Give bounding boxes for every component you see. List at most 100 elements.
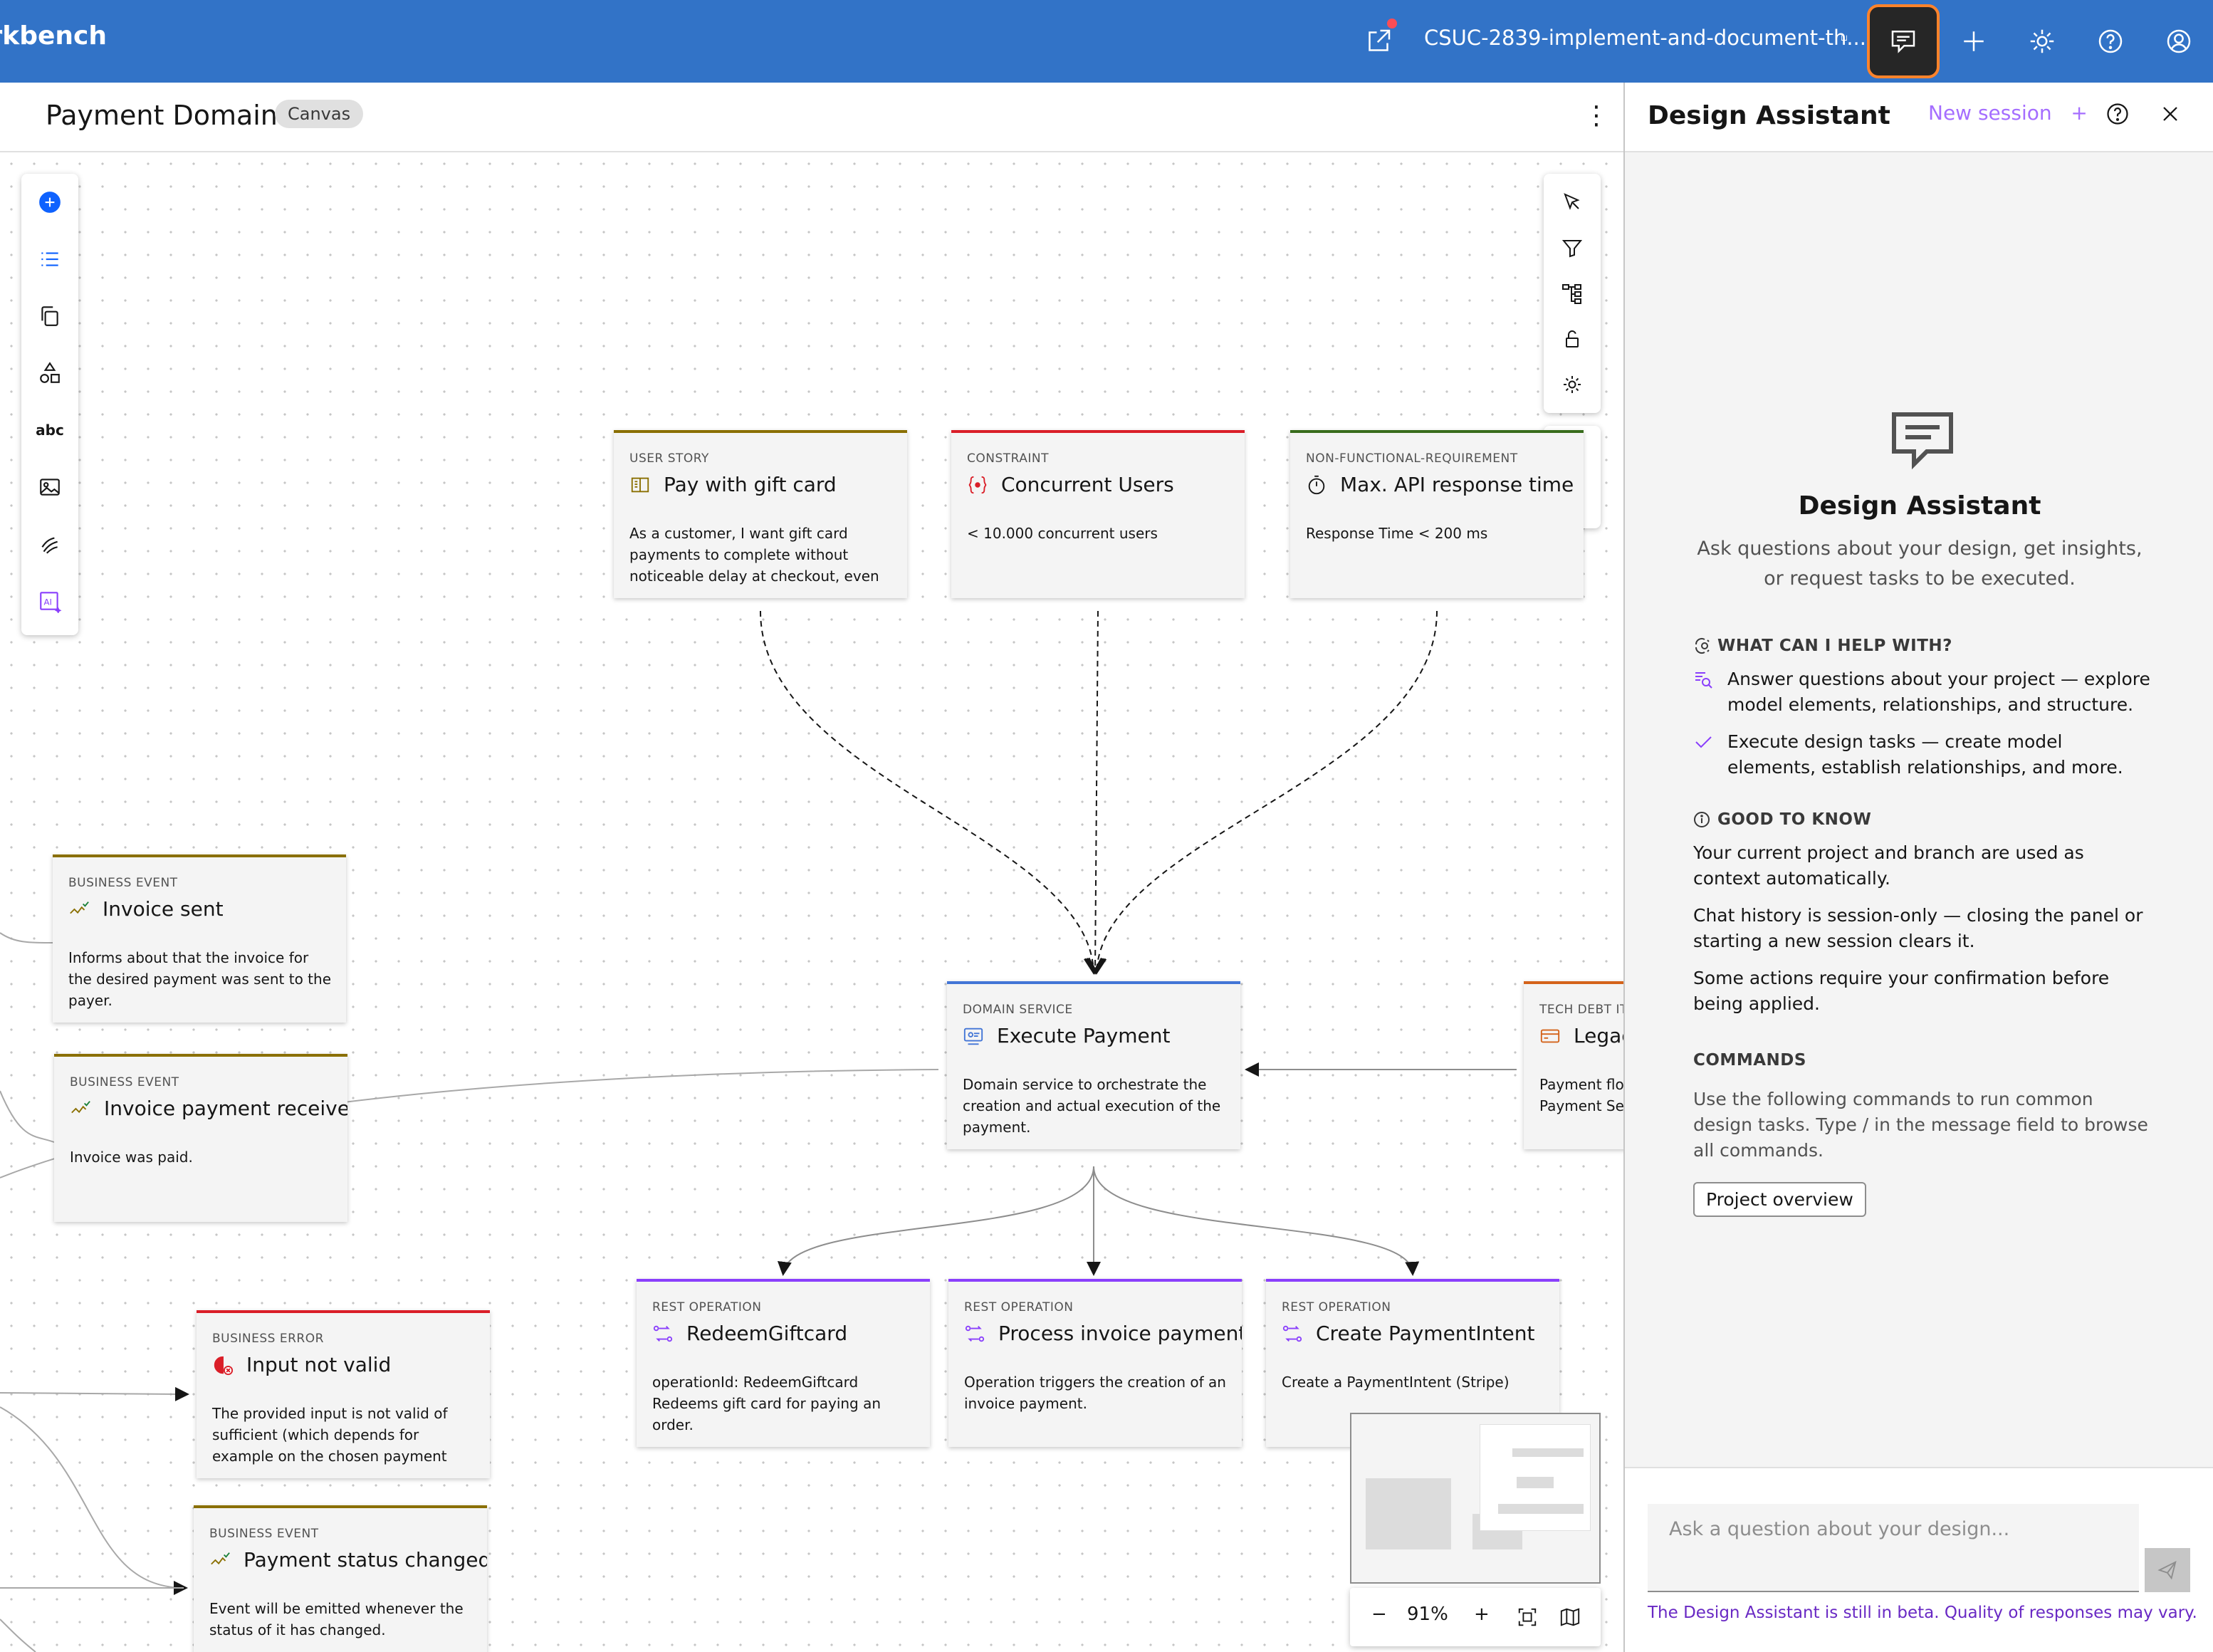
copy-icon[interactable] [33,299,67,333]
assistant-footer: The Design Assistant is still in beta. Q… [1625,1467,2213,1652]
open-external-icon[interactable] [1353,16,1404,67]
card-description: operationId: RedeemGiftcard Redeems gift… [652,1374,881,1433]
error-icon [212,1354,234,1376]
card-tech-debt-item[interactable]: TECH DEBT ITEM Legacy Payment flow logic… [1524,981,1623,1149]
card-title: Process invoice payment [998,1322,1242,1345]
design-assistant-toggle-button[interactable] [1867,4,1940,78]
event-icon [68,899,90,920]
good-to-know-heading: GOOD TO KNOW [1693,810,1871,829]
card-business-event-invoice-sent[interactable]: BUSINESS EVENT Invoice sent Informs abou… [53,854,346,1023]
zoom-out-button[interactable]: − [1371,1604,1387,1625]
card-title: Invoice sent [103,897,224,921]
more-options-icon[interactable]: ⋮ [1584,101,1609,130]
branch-name[interactable]: CSUC-2839-implement-and-document-th... [1424,26,1866,50]
shapes-icon[interactable] [33,356,67,390]
assistant-hero-title: Design Assistant [1798,491,2041,521]
help-section-heading: WHAT CAN I HELP WITH? [1693,637,1952,655]
connector-icon[interactable] [33,527,67,561]
canvas-header: Payment Domain Canvas ⋮ [0,83,1623,152]
app-brand[interactable]: orkbench [0,21,107,51]
filter-icon[interactable] [1557,232,1588,263]
card-constraint[interactable]: CONSTRAINT Concurrent Users < 10.000 con… [951,430,1245,598]
settings-icon[interactable] [1557,369,1588,400]
plus-icon [1964,31,1984,51]
card-title: Payment status changed [244,1548,487,1572]
send-button[interactable] [2145,1548,2190,1592]
edge-userstory-to-service [760,610,1103,975]
card-title: Max. API response time [1340,473,1574,496]
project-overview-command-button[interactable]: Project overview [1693,1182,1866,1217]
minimap-toggle-icon[interactable] [1559,1606,1581,1633]
text-icon[interactable]: abc [33,413,67,447]
select-pointer-icon[interactable] [1557,187,1588,218]
checkmark-icon [1693,732,1713,752]
help-item-execute: Execute design tasks — create model elem… [1693,729,2156,780]
fit-to-screen-icon[interactable] [1517,1606,1538,1633]
edge-constraint-to-service [1085,610,1105,975]
card-description: Create a PaymentIntent (Stripe) [1282,1374,1510,1391]
top-bar: orkbench CSUC-2839-implement-and-documen… [0,0,2213,83]
left-toolbar: abc AI [21,174,78,635]
card-title: Pay with gift card [664,473,837,496]
card-description: The provided input is not valid of suffi… [212,1405,448,1465]
settings-button[interactable] [2016,16,2068,67]
chat-icon [1891,31,1915,53]
rest-icon [1282,1323,1303,1344]
rest-icon [964,1323,985,1344]
commands-heading: COMMANDS [1693,1051,1806,1070]
edge-left-to-error [0,1386,189,1401]
ask-question-input[interactable] [1648,1504,2139,1592]
card-user-story[interactable]: USER STORY Pay with gift card As a custo… [614,430,907,598]
search-document-icon [1693,669,1713,689]
card-business-event-payment-status-changed[interactable]: BUSINESS EVENT Payment status changed Ev… [194,1505,487,1652]
card-title: Invoice payment received [104,1097,347,1120]
page-title: Payment Domain [46,100,278,131]
card-domain-service-execute-payment[interactable]: DOMAIN SERVICE Execute Payment Domain se… [947,981,1240,1149]
info-icon [1694,812,1710,827]
design-assistant-panel: Design Assistant New session + Design As… [1623,83,2213,1652]
card-title: RedeemGiftcard [686,1322,848,1345]
card-title: Concurrent Users [1001,473,1174,496]
image-icon[interactable] [33,470,67,504]
notification-dot [1387,19,1397,28]
assistant-help-icon[interactable] [2105,101,2133,130]
ai-icon[interactable]: AI [33,584,67,618]
lock-icon[interactable] [1557,323,1588,355]
card-title: Legacy [1574,1024,1623,1047]
user-profile-button[interactable] [2153,16,2204,67]
rest-icon [652,1323,674,1344]
zoom-level: 91% [1407,1604,1448,1625]
card-description: Informs about that the invoice for the d… [68,949,331,1009]
chat-icon [1888,406,1957,474]
edge-left-bottom [0,1619,36,1652]
card-title: Create PaymentIntent [1316,1322,1535,1345]
edge-left-invoice-received [0,1090,55,1143]
canvas-type-tag: Canvas [275,100,364,128]
card-business-error-input-not-valid[interactable]: BUSINESS ERROR Input not valid The provi… [197,1310,490,1478]
card-non-functional-requirement[interactable]: NON-FUNCTIONAL-REQUIREMENT Max. API resp… [1290,430,1584,598]
card-rest-operation-process-invoice-payment[interactable]: REST OPERATION Process invoice payment O… [948,1279,1242,1447]
help-button[interactable] [2085,16,2136,67]
tool-group [1544,174,1601,413]
card-description: Response Time < 200 ms [1306,525,1488,542]
tree-icon[interactable] [1557,278,1588,309]
edge-service-to-intent [1093,1166,1420,1276]
diagram-canvas[interactable]: abc AI USER STORY Pay with gift card As … [0,152,1623,1652]
beta-disclaimer: The Design Assistant is still in beta. Q… [1648,1604,2197,1622]
card-description: Event will be emitted whenever the statu… [209,1600,464,1638]
minimap[interactable] [1350,1413,1601,1584]
card-rest-operation-redeem-giftcard[interactable]: REST OPERATION RedeemGiftcard operationI… [637,1279,930,1447]
card-business-event-invoice-payment-received[interactable]: BUSINESS EVENT Invoice payment received … [54,1054,347,1222]
card-description: Domain service to orchestrate the creati… [963,1076,1221,1136]
new-session-button[interactable]: New session + [1928,101,2088,125]
add-element-icon[interactable] [33,185,67,219]
close-icon[interactable] [2157,101,2186,130]
list-icon[interactable] [33,242,67,276]
card-description: As a customer, I want gift card payments… [629,525,879,585]
send-icon [2157,1560,2177,1580]
zoom-controls: − 91% + [1350,1588,1601,1646]
good-to-know-item: Some actions require your confirmation b… [1693,968,2110,1014]
edge-left-to-status [0,1406,188,1595]
zoom-in-button[interactable]: + [1474,1604,1490,1625]
add-button[interactable] [1948,16,1999,67]
